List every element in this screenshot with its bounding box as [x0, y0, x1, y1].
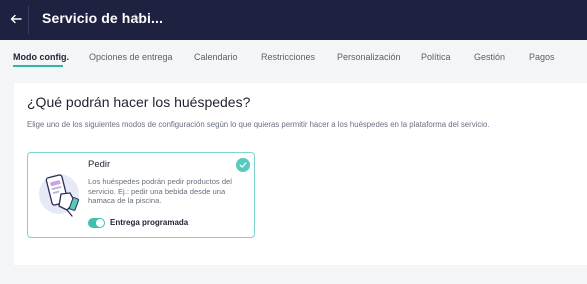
config-tabs: Modo config. Opciones de entrega Calenda…: [0, 40, 587, 72]
title-dropdown-icon[interactable]: ◇: [132, 11, 142, 23]
header-divider: [28, 6, 29, 34]
top-bar: Servicio de habi... ◇: [0, 0, 587, 40]
selected-check-icon: [236, 158, 250, 172]
active-tab-indicator: [13, 65, 63, 67]
phone-order-illustration-icon: [39, 174, 80, 217]
card-title: Pedir: [88, 159, 111, 170]
back-button[interactable]: [6, 8, 26, 30]
tab-pagos[interactable]: Pagos: [529, 52, 555, 62]
tab-politica[interactable]: Política: [421, 52, 451, 62]
section-heading: ¿Qué podrán hacer los huéspedes?: [27, 94, 251, 110]
section-subtitle: Elige uno de los siguientes modos de con…: [27, 120, 490, 129]
scheduled-delivery-toggle[interactable]: [88, 218, 105, 228]
tab-gestion[interactable]: Gestión: [474, 52, 505, 62]
tab-restricciones[interactable]: Restricciones: [261, 52, 315, 62]
card-description: Los huéspedes podrán pedir productos del…: [88, 177, 232, 206]
tab-modo-config[interactable]: Modo config.: [13, 52, 69, 62]
tab-opciones-entrega[interactable]: Opciones de entrega: [89, 52, 173, 62]
tab-personalizacion[interactable]: Personalización: [337, 52, 401, 62]
toggle-label: Entrega programada: [110, 218, 189, 227]
arrow-left-icon: [10, 14, 22, 24]
page-title: Servicio de habi...: [42, 10, 163, 26]
tab-calendario[interactable]: Calendario: [194, 52, 238, 62]
toggle-knob: [96, 219, 104, 227]
